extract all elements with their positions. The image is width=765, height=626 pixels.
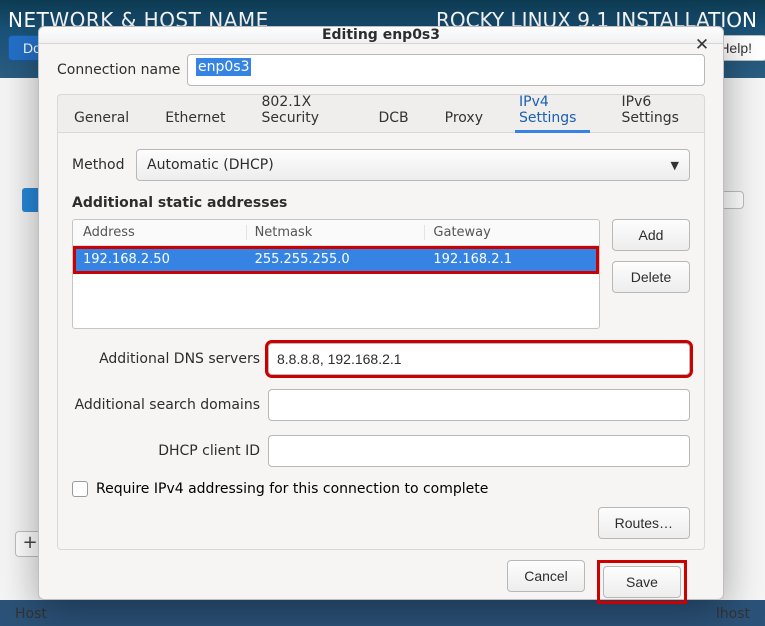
cell-address: 192.168.2.50 bbox=[73, 252, 247, 267]
search-domains-input[interactable] bbox=[268, 389, 690, 421]
table-row[interactable]: 192.168.2.50 255.255.255.0 192.168.2.1 bbox=[73, 246, 599, 272]
tab-8021x-security[interactable]: 802.1X Security bbox=[258, 88, 347, 132]
delete-address-button[interactable]: Delete bbox=[612, 261, 690, 293]
method-value: Automatic (DHCP) bbox=[147, 157, 274, 173]
cell-netmask: 255.255.255.0 bbox=[247, 252, 426, 267]
tab-ethernet[interactable]: Ethernet bbox=[161, 104, 229, 132]
dhcp-client-id-input[interactable] bbox=[268, 435, 690, 467]
method-label: Method bbox=[72, 157, 136, 173]
tab-general[interactable]: General bbox=[70, 104, 133, 132]
col-gateway: Gateway bbox=[425, 225, 599, 240]
dhcp-client-id-label: DHCP client ID bbox=[72, 443, 268, 459]
require-ipv4-label: Require IPv4 addressing for this connect… bbox=[96, 481, 488, 497]
connection-name-input[interactable]: enp0s3 bbox=[187, 54, 705, 86]
ipv4-panel: Method Automatic (DHCP) ▼ Additional sta… bbox=[57, 132, 705, 550]
col-address: Address bbox=[73, 225, 247, 240]
tab-ipv6-settings[interactable]: IPv6 Settings bbox=[618, 88, 692, 132]
require-ipv4-checkbox[interactable] bbox=[72, 481, 88, 497]
routes-button[interactable]: Routes… bbox=[598, 507, 690, 539]
connection-name-value: enp0s3 bbox=[196, 58, 251, 76]
tab-bar: General Ethernet 802.1X Security DCB Pro… bbox=[57, 94, 705, 132]
dialog-title: Editing enp0s3 bbox=[322, 27, 440, 43]
table-header: Address Netmask Gateway bbox=[73, 220, 599, 246]
tab-ipv4-settings[interactable]: IPv4 Settings bbox=[515, 88, 589, 132]
addresses-heading: Additional static addresses bbox=[72, 195, 690, 211]
method-select[interactable]: Automatic (DHCP) ▼ bbox=[136, 149, 690, 181]
tab-proxy[interactable]: Proxy bbox=[441, 104, 487, 132]
dns-servers-label: Additional DNS servers bbox=[72, 351, 268, 367]
save-button[interactable]: Save bbox=[603, 566, 681, 598]
cancel-button[interactable]: Cancel bbox=[507, 560, 585, 592]
connection-name-label: Connection name bbox=[57, 62, 187, 78]
edit-connection-dialog: Editing enp0s3 ✕ Connection name enp0s3 … bbox=[38, 26, 724, 600]
close-icon[interactable]: ✕ bbox=[691, 35, 713, 57]
dns-servers-input[interactable] bbox=[268, 343, 690, 375]
tab-dcb[interactable]: DCB bbox=[374, 104, 412, 132]
chevron-down-icon: ▼ bbox=[671, 159, 679, 172]
add-address-button[interactable]: Add bbox=[612, 219, 690, 251]
search-domains-label: Additional search domains bbox=[72, 397, 268, 413]
annotation-highlight-save: Save bbox=[597, 560, 687, 604]
cell-gateway: 192.168.2.1 bbox=[425, 252, 599, 267]
col-netmask: Netmask bbox=[247, 225, 426, 240]
addresses-table[interactable]: Address Netmask Gateway 192.168.2.50 255… bbox=[72, 219, 600, 329]
